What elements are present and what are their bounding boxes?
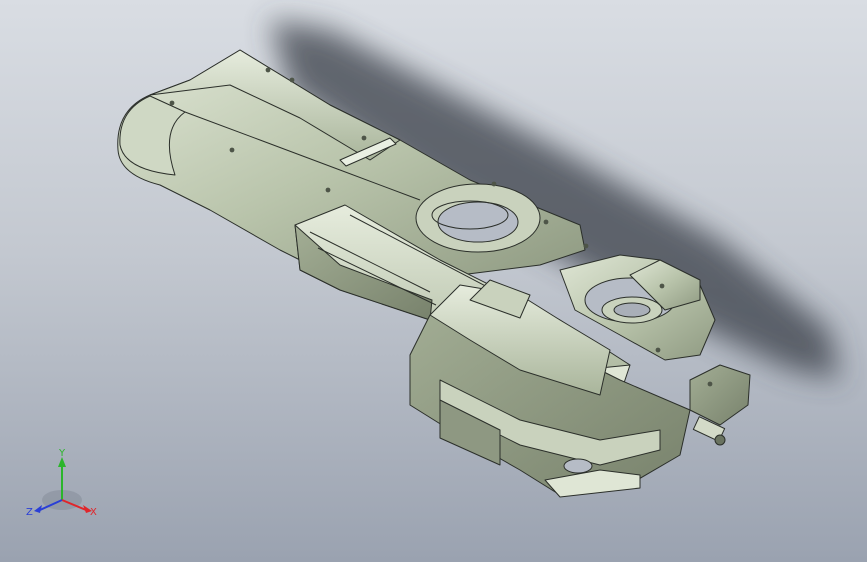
lower-hole bbox=[563, 458, 593, 474]
z-axis-arrow bbox=[34, 505, 42, 513]
trigger-guard-hole bbox=[437, 201, 519, 243]
axis-triad: Y X Z bbox=[20, 445, 110, 535]
muzzle-bore bbox=[714, 434, 726, 446]
x-axis-label: X bbox=[90, 507, 97, 518]
axis-triad-graphic: Y X Z bbox=[26, 448, 97, 518]
front-block bbox=[689, 364, 751, 426]
z-axis-label: Z bbox=[26, 507, 33, 518]
model-view[interactable] bbox=[0, 0, 867, 562]
3d-viewport[interactable]: Y X Z bbox=[0, 0, 867, 562]
y-axis-label: Y bbox=[58, 448, 66, 459]
front-grip-ring-hole bbox=[613, 302, 651, 318]
